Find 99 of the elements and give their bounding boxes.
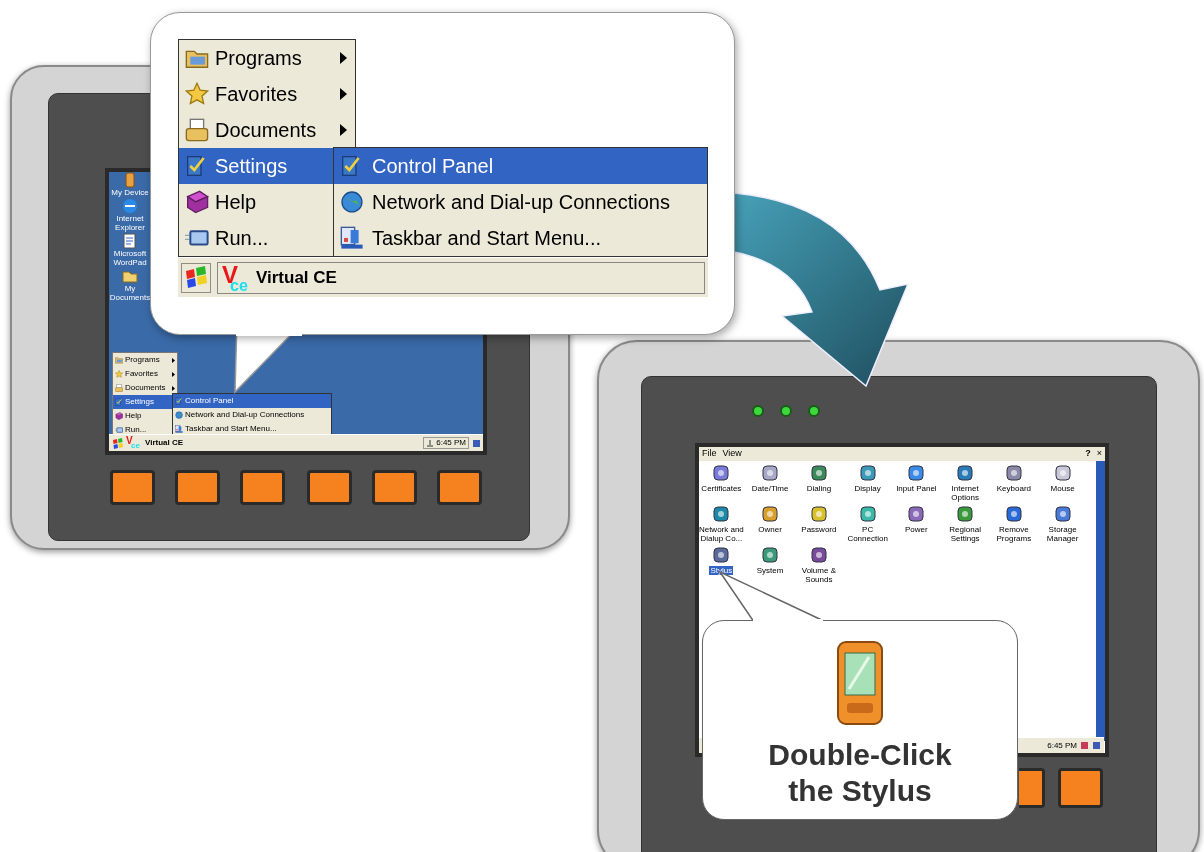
applet-label[interactable]: Date/Time [750,484,790,493]
menu-item[interactable]: Control Panel [173,394,331,408]
applet-label[interactable]: Network and Dialup Co... [699,525,746,543]
menu-item[interactable]: Network and Dial-up Connections [173,408,331,422]
menu-item[interactable]: Run... [179,220,333,256]
submenu-arrow-icon [340,124,347,136]
applet-icon [711,504,732,524]
submenu-arrow-icon [340,52,347,64]
menu-item[interactable]: Settings [179,148,333,184]
logo-subscript: ce [131,441,140,450]
hardware-button[interactable] [1019,768,1045,808]
applet-icon [808,545,829,565]
menu-item[interactable]: Help [179,184,333,220]
caption: Double-Click the Stylus [767,737,953,809]
hardware-button[interactable] [437,470,482,505]
menu-item[interactable]: Favorites [113,367,177,381]
menu-item[interactable]: Favorites [179,76,355,112]
submenu-arrow-icon [172,357,175,363]
applet-icon [760,504,781,524]
star-icon [115,370,123,378]
applet-icon [760,545,781,565]
applet-icon [1052,504,1073,524]
tray-icon [472,438,481,448]
hardware-button[interactable] [1058,768,1103,808]
applet-icon [955,504,976,524]
menu[interactable]: View [722,447,742,461]
hardware-button[interactable] [175,470,220,505]
clock: 6:45 PM [436,437,466,449]
applet-label[interactable]: Remove Programs [989,525,1038,543]
menu-item[interactable]: Documents [113,381,177,395]
device-icon [122,172,138,188]
hardware-button[interactable] [307,470,352,505]
menu-item[interactable]: Control Panel [334,148,707,184]
star-icon [185,82,209,106]
icon-label[interactable]: Internet Explorer [109,214,151,232]
submenu-arrow-icon [172,385,175,391]
applet-label[interactable]: Power [904,525,929,534]
applet-label[interactable]: PC Connection [843,525,892,543]
folder-icon [122,268,138,284]
applet-label[interactable]: Volume & Sounds [794,566,843,584]
submenu-arrow-icon [340,88,347,100]
document-icon [122,233,138,249]
hardware-button[interactable] [110,470,155,505]
document-icon [185,118,209,142]
applet-icon [1003,463,1024,483]
menu-item[interactable]: Programs [179,40,355,76]
applet-icon [857,504,878,524]
handheld-device-icon [835,639,885,727]
applet-label[interactable]: Internet Options [941,484,990,502]
globe-icon [340,190,364,214]
applet-label[interactable]: Mouse [1049,484,1076,493]
help-button[interactable]: ? [1085,447,1091,461]
tray-icon [426,439,435,447]
hardware-button[interactable] [240,470,285,505]
applet-label[interactable]: Input Panel [895,484,938,493]
applet-label[interactable]: Certificates [700,484,743,493]
applet-label[interactable]: Dialing [805,484,833,493]
applet-icon [711,463,732,483]
applet-label[interactable]: Password [800,525,838,534]
applet-icon [955,463,976,483]
taskbar-icon [340,226,364,250]
icon-label[interactable]: My Device [111,188,149,197]
applet-icon [1052,463,1073,483]
settings-icon [115,398,123,406]
menu-item[interactable]: Documents [179,112,355,148]
globe-icon [175,411,183,419]
folder-icon [115,356,123,364]
applet-icon [1003,504,1024,524]
applet-label[interactable]: Keyboard [995,484,1032,493]
taskbar-icon [175,425,183,433]
menu[interactable]: File [702,447,717,461]
applet-icon [808,504,829,524]
menu-item[interactable]: Taskbar and Start Menu... [334,220,707,256]
run-window-icon [115,426,123,434]
close-button[interactable]: × [1096,447,1102,461]
menu-item[interactable]: Network and Dial-up Connections [334,184,707,220]
menu-item[interactable]: Programs [113,353,177,367]
applet-icon [906,504,927,524]
document-icon [115,384,123,392]
applet-label[interactable]: Storage Manager [1038,525,1087,543]
menu-item[interactable]: Run... [113,423,173,437]
icon-label[interactable]: My Documents [109,284,151,302]
menu-item[interactable]: Help [113,409,173,423]
menu-item[interactable]: Taskbar and Start Menu... [173,422,331,436]
applet-icon [857,463,878,483]
applet-icon [760,463,781,483]
settings-icon [175,397,183,405]
clock: 6:45 PM [1047,739,1077,752]
applet-icon [906,463,927,483]
applet-label[interactable]: Owner [757,525,783,534]
applet-icon [711,545,732,565]
menu-item[interactable]: Settings [113,395,173,409]
applet-label[interactable]: System [755,566,785,575]
submenu-arrow-icon [172,371,175,377]
applet-label[interactable]: Display [853,484,882,493]
hardware-button[interactable] [372,470,417,505]
icon-label[interactable]: Microsoft WordPad [109,249,151,267]
applet-icon [808,463,829,483]
applet-label[interactable]: Regional Settings [941,525,990,543]
